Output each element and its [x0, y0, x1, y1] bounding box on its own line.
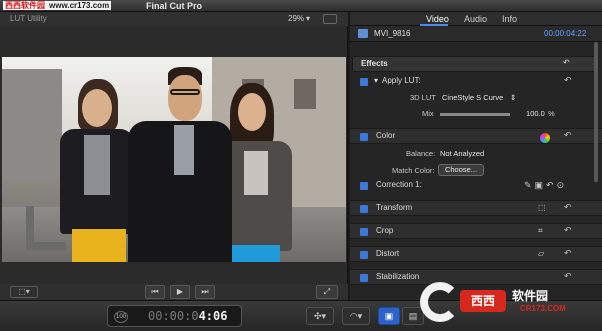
watermark: 西西软件园 www.cr173.com: [0, 0, 114, 12]
crop-toggle[interactable]: [360, 228, 368, 236]
transform-onscreen-icon[interactable]: ⬚: [538, 203, 546, 212]
next-frame-button[interactable]: ⏭: [195, 285, 215, 299]
timecode-display: 00:00:04:06: [148, 309, 227, 323]
transport-controls: ⏮ ▶ ⏭: [145, 285, 215, 299]
inspector-tabs: Video Audio Info: [350, 12, 602, 26]
crop-label: Crop: [376, 226, 394, 235]
correction-label: Correction 1:: [376, 180, 422, 189]
choose-button[interactable]: Choose...: [438, 164, 484, 176]
mix-slider[interactable]: [440, 113, 510, 116]
color-board-icon[interactable]: [540, 133, 550, 143]
viewer-footer: ⬚▾ ⏮ ▶ ⏭ ⤢: [0, 284, 348, 300]
mix-unit: %: [548, 109, 555, 118]
mix-value[interactable]: 100.0: [526, 109, 545, 118]
timecode-bright: 4:06: [198, 309, 228, 323]
person-middle-shirt: [174, 125, 194, 175]
reset-icon[interactable]: ↶: [564, 202, 572, 213]
crop-row[interactable]: Crop ⌗ ↶: [350, 223, 602, 239]
apply-lut-label: Apply LUT:: [382, 76, 421, 85]
clip-icon: [358, 29, 368, 38]
effects-label: Effects: [361, 59, 388, 68]
chevron-down-icon: ▾: [306, 14, 311, 23]
person-left-pants: [72, 229, 126, 262]
glasses: [170, 89, 200, 95]
transform-toggle[interactable]: [360, 205, 368, 213]
viewer-options-button[interactable]: [323, 14, 337, 24]
watermark-logo: 西西 软件园 CR173.COM: [412, 278, 600, 330]
fullscreen-button[interactable]: ⤢: [316, 285, 338, 299]
color-row: Color ↶: [350, 128, 602, 144]
view-options-button[interactable]: ⬚▾: [10, 286, 38, 298]
lut-select[interactable]: CineStyle S Curve: [442, 93, 503, 102]
effects-header[interactable]: Effects ↶: [352, 56, 598, 72]
connect-clip-button[interactable]: ▣: [378, 307, 400, 325]
title-bar: 西西软件园 www.cr173.com Final Cut Pro: [0, 0, 602, 12]
reset-icon[interactable]: ↶: [564, 75, 572, 86]
person-right-head: [238, 93, 266, 131]
disclosure-triangle-icon[interactable]: ▾: [374, 76, 378, 85]
person-right-shirt: [244, 151, 268, 195]
reset-icon[interactable]: ↶: [564, 225, 572, 236]
clip-timecode: 00:00:04:22: [544, 29, 587, 38]
inspector-panel: Video Audio Info MVI_9816 00:00:04:22 Ef…: [350, 12, 602, 300]
tab-audio[interactable]: Audio: [464, 14, 487, 24]
tab-info[interactable]: Info: [502, 14, 517, 24]
select-tool-button[interactable]: ✣▾: [306, 307, 334, 325]
corner-l-icon: [26, 206, 66, 250]
timecode-dim: 00:00:0: [148, 309, 199, 323]
balance-value: Not Analyzed: [440, 149, 485, 158]
viewer-panel: LUT Utility 29% ▾ ⬚▾ ⏮ ▶ ⏭ ⤢: [0, 12, 348, 300]
crop-onscreen-icon[interactable]: ⌗: [538, 226, 543, 236]
reset-icon[interactable]: ↶: [563, 58, 570, 67]
person-right-pants: [224, 245, 280, 262]
transform-label: Transform: [376, 203, 413, 212]
window-title: Final Cut Pro: [146, 1, 202, 11]
building-left: [2, 69, 62, 179]
apply-lut-row: ▾ Apply LUT: ↶: [350, 74, 602, 90]
logo-c-icon: [420, 282, 460, 322]
balance-label: Balance:: [406, 149, 436, 158]
lut-label: 3D LUT: [410, 93, 436, 102]
reset-icon[interactable]: ↶: [564, 130, 572, 141]
person-left-head: [82, 89, 112, 127]
retime-button[interactable]: ◠▾: [342, 307, 370, 325]
window-shape: [294, 79, 316, 109]
match-color-label: Match Color:: [392, 166, 435, 175]
stabilization-toggle[interactable]: [360, 274, 368, 282]
mix-slider-fill: [440, 113, 510, 116]
watermark-site-name: 西西软件园: [3, 1, 47, 10]
distort-label: Distort: [376, 249, 400, 258]
zoom-dropdown[interactable]: 29% ▾: [288, 14, 310, 23]
previous-frame-button[interactable]: ⏮: [145, 285, 165, 299]
chevron-updown-icon[interactable]: ⇕: [510, 93, 516, 102]
dashboard-timecode[interactable]: 100 00:00:04:06: [107, 305, 242, 327]
apply-lut-toggle[interactable]: [360, 78, 368, 86]
viewer-header: LUT Utility 29% ▾: [0, 12, 348, 26]
distort-onscreen-icon[interactable]: ▱: [538, 249, 544, 258]
play-button[interactable]: ▶: [170, 285, 190, 299]
logo-url: CR173.COM: [520, 304, 566, 313]
person-middle-head: [168, 75, 202, 121]
correction-toggle[interactable]: [360, 182, 368, 190]
color-toggle[interactable]: [360, 133, 368, 141]
zoom-value: 29%: [288, 14, 305, 23]
viewer-title: LUT Utility: [10, 14, 47, 23]
inspector-scrollbar[interactable]: [594, 42, 598, 182]
transform-row[interactable]: Transform ⬚ ↶: [350, 200, 602, 216]
reset-icon[interactable]: ↶: [564, 248, 572, 259]
person-left-shirt: [84, 135, 110, 195]
watermark-site-url: www.cr173.com: [47, 1, 112, 10]
distort-row[interactable]: Distort ▱ ↶: [350, 246, 602, 262]
mix-label: Mix: [422, 109, 434, 118]
tab-video[interactable]: Video: [426, 14, 449, 24]
logo-badge: 西西: [460, 290, 506, 312]
clip-info-row: MVI_9816 00:00:04:22: [350, 26, 602, 42]
logo-text: 软件园: [512, 289, 549, 303]
clip-name: MVI_9816: [374, 29, 411, 38]
distort-toggle[interactable]: [360, 251, 368, 259]
color-label: Color: [376, 131, 396, 140]
background-tasks-badge[interactable]: 100: [114, 311, 128, 323]
correction-tools-icons[interactable]: ✎▣↶⊙: [524, 180, 567, 191]
